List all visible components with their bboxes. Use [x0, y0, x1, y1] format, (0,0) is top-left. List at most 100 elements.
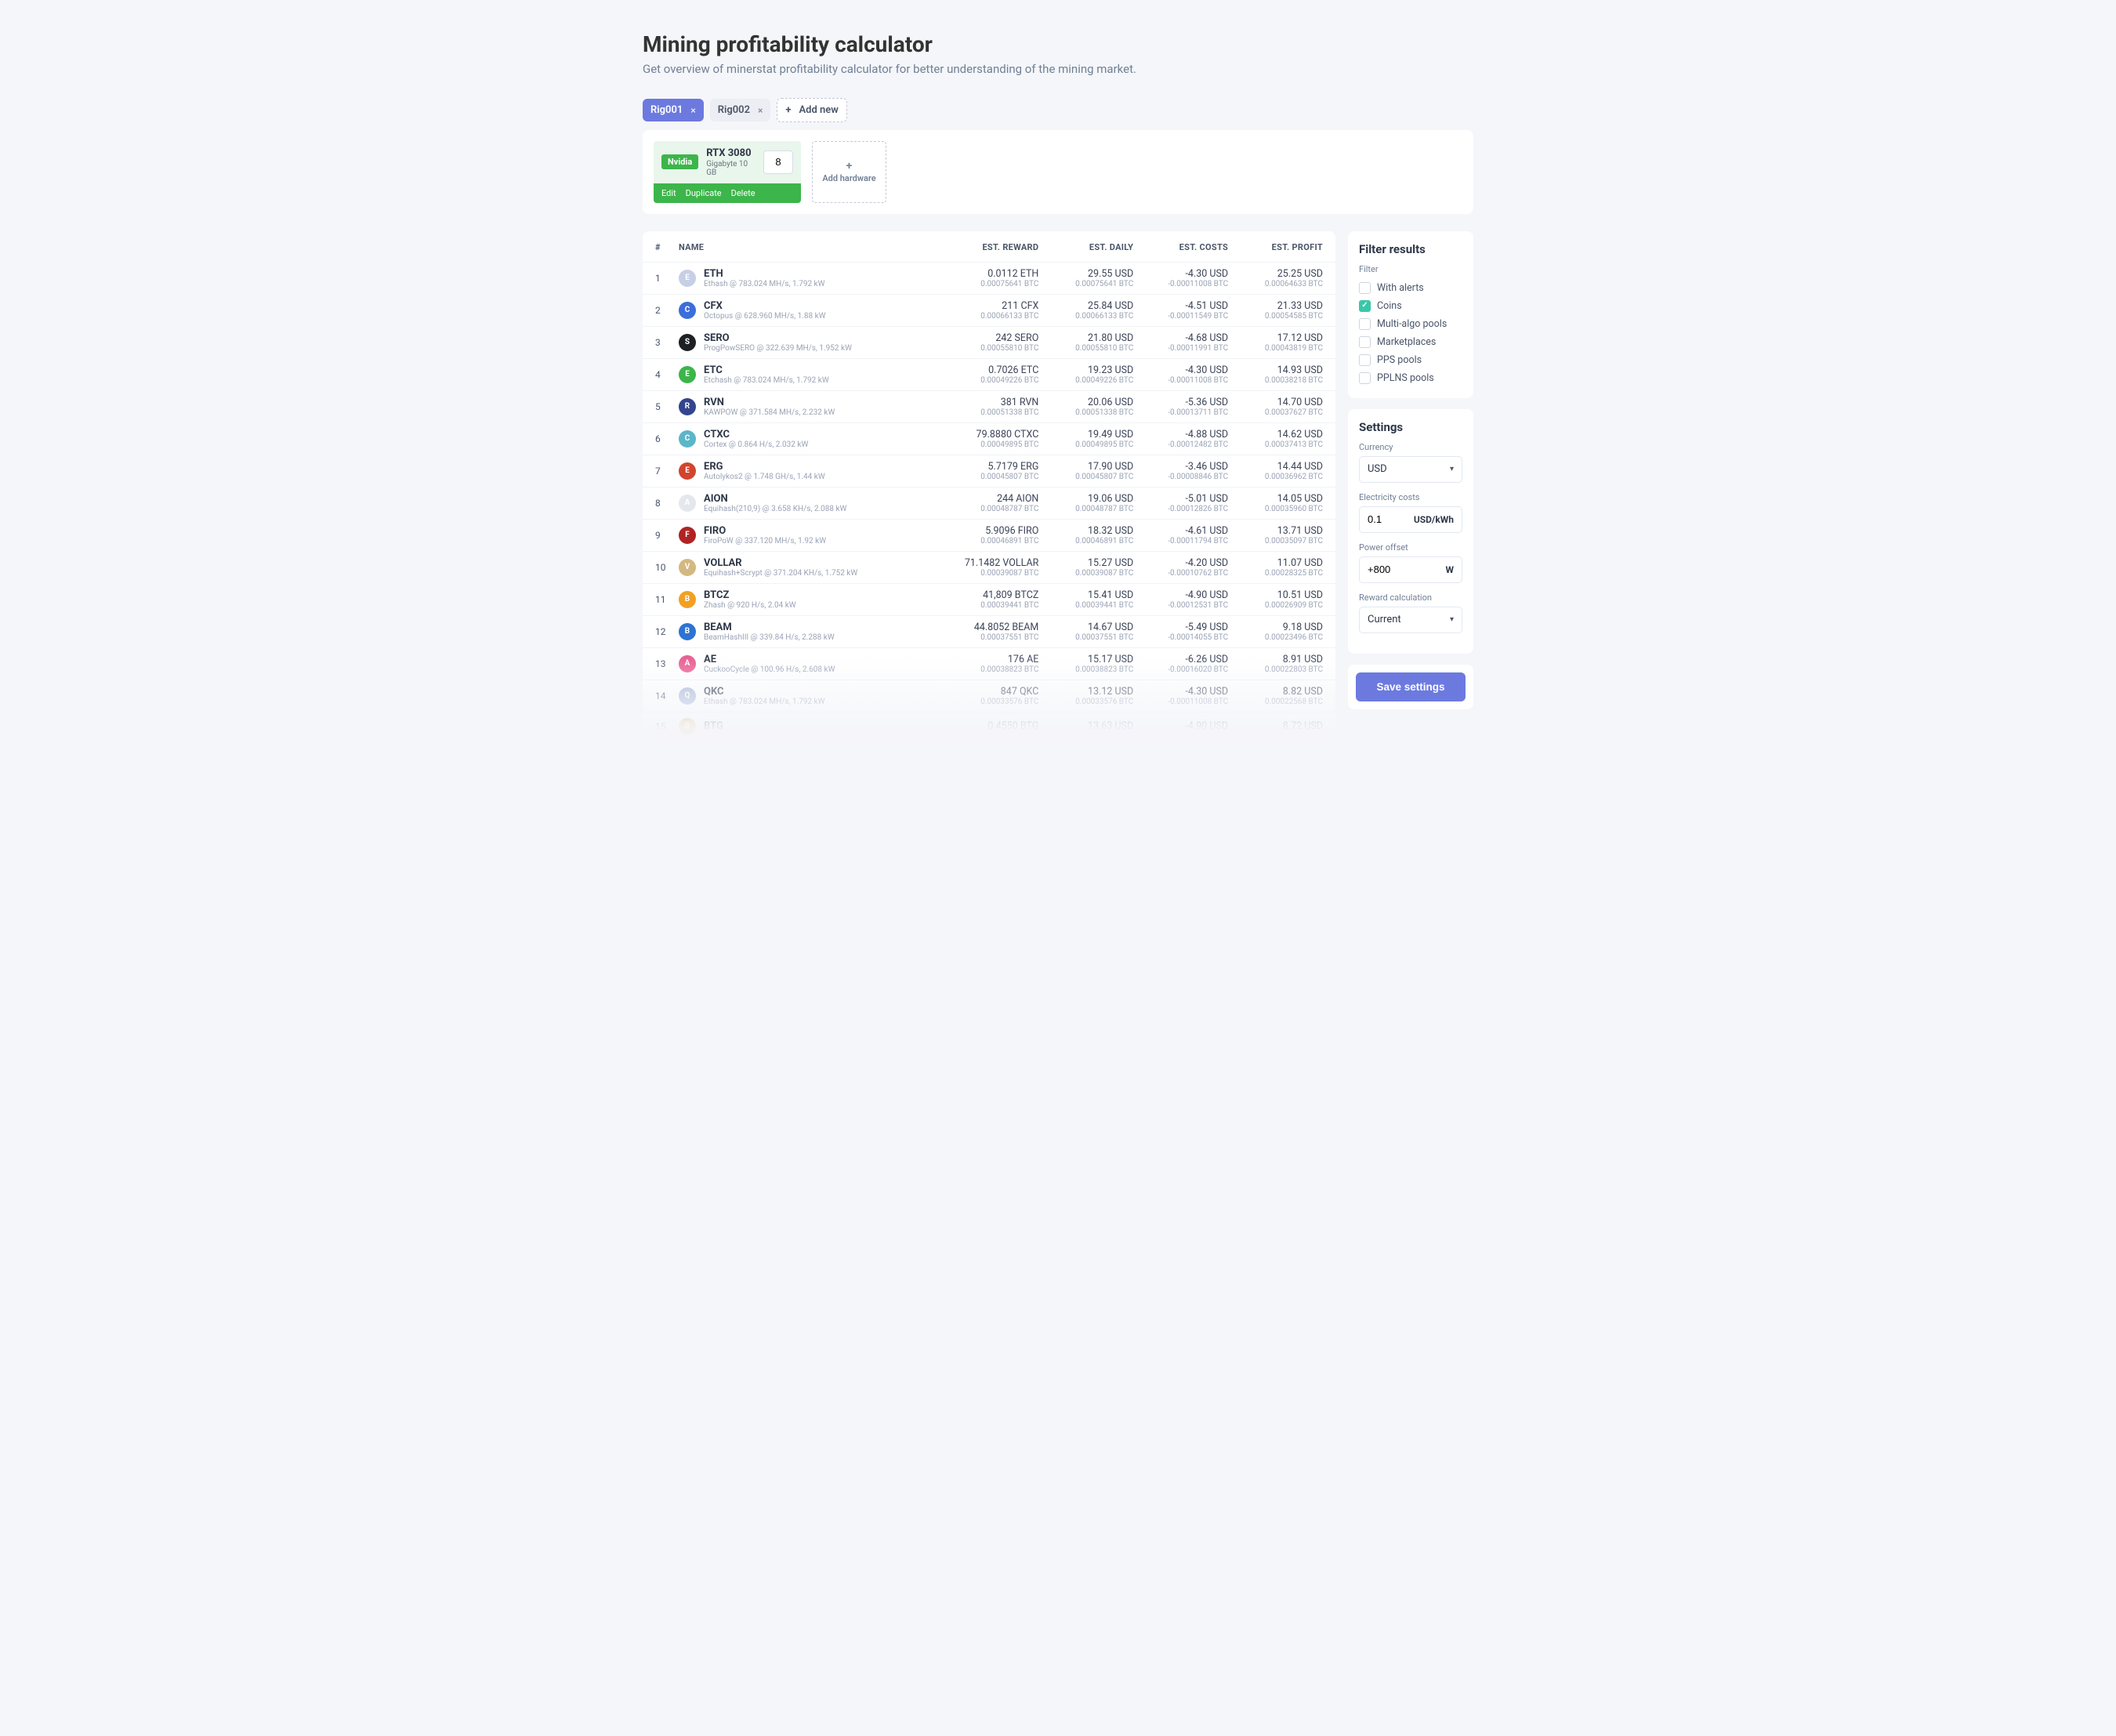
- settings-card: Settings Currency USD ▾ Electricity cost…: [1348, 409, 1473, 654]
- value-main: 8.72 USD: [1228, 720, 1323, 732]
- rig-chip[interactable]: Rig001×: [643, 99, 704, 121]
- table-row[interactable]: 13AAECuckooCycle @ 100.96 H/s, 2.608 kW1…: [643, 647, 1335, 680]
- table-row[interactable]: 7EERGAutolykos2 @ 1.748 GH/s, 1.44 kW5.7…: [643, 455, 1335, 487]
- checkbox[interactable]: [1359, 372, 1371, 384]
- name-cell: RRVNKAWPOW @ 371.584 MH/s, 2.232 kW: [679, 397, 925, 417]
- value-cell-costs: -4.30 USD-0.00011008 BTC: [1133, 268, 1228, 288]
- value-sub: -0.00011991 BTC: [1133, 344, 1228, 353]
- value-main: 14.67 USD: [1038, 622, 1133, 633]
- value-cell-daily: 19.06 USD0.00048787 BTC: [1038, 493, 1133, 513]
- currency-select[interactable]: USD ▾: [1359, 456, 1462, 483]
- value-cell-reward: 0.0112 ETH0.00075641 BTC: [925, 268, 1038, 288]
- name-cell: QQKCEthash @ 783.024 MH/s, 1.792 kW: [679, 686, 925, 706]
- value-cell-profit: 14.62 USD0.00037413 BTC: [1228, 429, 1323, 449]
- value-sub: 0.00039087 BTC: [1038, 569, 1133, 578]
- value-cell-costs: -3.46 USD-0.00008846 BTC: [1133, 461, 1228, 481]
- table-row[interactable]: 14QQKCEthash @ 783.024 MH/s, 1.792 kW847…: [643, 680, 1335, 712]
- value-sub: 0.00054585 BTC: [1228, 312, 1323, 321]
- value-sub: 0.00049895 BTC: [925, 440, 1038, 449]
- value-main: 18.32 USD: [1038, 525, 1133, 537]
- checkbox[interactable]: [1359, 318, 1371, 330]
- hardware-card: Nvidia RTX 3080 Gigabyte 10 GB Edit Dupl…: [654, 141, 801, 203]
- value-main: 14.05 USD: [1228, 493, 1323, 505]
- coin-algo: Zhash @ 920 H/s, 2.04 kW: [704, 601, 796, 610]
- value-sub: -0.00008846 BTC: [1133, 473, 1228, 481]
- col-idx: #: [655, 242, 679, 252]
- reward-calc-select[interactable]: Current ▾: [1359, 607, 1462, 633]
- filter-option[interactable]: PPS pools: [1359, 351, 1462, 369]
- table-row[interactable]: 5RRVNKAWPOW @ 371.584 MH/s, 2.232 kW381 …: [643, 390, 1335, 422]
- row-index: 13: [655, 658, 679, 669]
- value-sub: 0.00048787 BTC: [925, 505, 1038, 513]
- table-row[interactable]: 10VVOLLAREquihash+Scrypt @ 371.204 KH/s,…: [643, 551, 1335, 583]
- coin-symbol: BEAM: [704, 622, 835, 633]
- value-main: 19.06 USD: [1038, 493, 1133, 505]
- value-main: 381 RVN: [925, 397, 1038, 408]
- add-hardware-button[interactable]: + Add hardware: [812, 141, 886, 203]
- table-row[interactable]: 15BBTG0.4550 BTG13.63 USD-4.90 USD8.72 U…: [643, 712, 1335, 741]
- filter-option[interactable]: Multi-algo pools: [1359, 315, 1462, 333]
- hardware-duplicate-button[interactable]: Duplicate: [686, 188, 722, 198]
- electricity-input[interactable]: [1368, 513, 1414, 525]
- table-row[interactable]: 3SSEROProgPowSERO @ 322.639 MH/s, 1.952 …: [643, 326, 1335, 358]
- hardware-qty-input[interactable]: [763, 150, 793, 174]
- filter-option-label: PPS pools: [1377, 354, 1422, 366]
- value-cell-daily: 29.55 USD0.00075641 BTC: [1038, 268, 1133, 288]
- value-cell-daily: 19.23 USD0.00049226 BTC: [1038, 364, 1133, 385]
- value-main: 211 CFX: [925, 300, 1038, 312]
- table-row[interactable]: 1EETHEthash @ 783.024 MH/s, 1.792 kW0.01…: [643, 262, 1335, 294]
- value-cell-reward: 44.8052 BEAM0.00037551 BTC: [925, 622, 1038, 642]
- value-cell-profit: 9.18 USD0.00023496 BTC: [1228, 622, 1323, 642]
- hardware-edit-button[interactable]: Edit: [661, 188, 676, 198]
- close-icon[interactable]: ×: [758, 105, 763, 116]
- value-main: 79.8880 CTXC: [925, 429, 1038, 440]
- settings-title: Settings: [1359, 420, 1462, 434]
- coin-icon: C: [679, 430, 696, 448]
- checkbox[interactable]: [1359, 300, 1371, 312]
- value-cell-reward: 244 AION0.00048787 BTC: [925, 493, 1038, 513]
- table-row[interactable]: 6CCTXCCortex @ 0.864 H/s, 2.032 kW79.888…: [643, 422, 1335, 455]
- filter-option[interactable]: Marketplaces: [1359, 333, 1462, 351]
- checkbox[interactable]: [1359, 336, 1371, 348]
- table-row[interactable]: 4EETCEtchash @ 783.024 MH/s, 1.792 kW0.7…: [643, 358, 1335, 390]
- filter-option[interactable]: PPLNS pools: [1359, 369, 1462, 387]
- table-row[interactable]: 8AAIONEquihash(210,9) @ 3.658 KH/s, 2.08…: [643, 487, 1335, 519]
- value-sub: 0.00046891 BTC: [925, 537, 1038, 545]
- close-icon[interactable]: ×: [690, 105, 695, 116]
- add-rig-button[interactable]: + Add new: [777, 98, 847, 122]
- value-cell-costs: -4.68 USD-0.00011991 BTC: [1133, 332, 1228, 353]
- value-sub: 0.00051338 BTC: [1038, 408, 1133, 417]
- hardware-delete-button[interactable]: Delete: [731, 188, 755, 198]
- value-sub: 0.00043819 BTC: [1228, 344, 1323, 353]
- add-rig-label: Add new: [799, 104, 838, 116]
- save-settings-button[interactable]: Save settings: [1356, 672, 1466, 701]
- value-main: 21.33 USD: [1228, 300, 1323, 312]
- value-cell-profit: 14.70 USD0.00037627 BTC: [1228, 397, 1323, 417]
- value-main: -4.88 USD: [1133, 429, 1228, 440]
- table-row[interactable]: 9FFIROFiroPoW @ 337.120 MH/s, 1.92 kW5.9…: [643, 519, 1335, 551]
- value-sub: 0.00045807 BTC: [925, 473, 1038, 481]
- power-offset-input[interactable]: [1368, 564, 1419, 575]
- row-index: 12: [655, 626, 679, 637]
- coin-algo: Octopus @ 628.960 MH/s, 1.88 kW: [704, 312, 826, 321]
- value-sub: 0.00022803 BTC: [1228, 665, 1323, 674]
- checkbox[interactable]: [1359, 354, 1371, 366]
- value-main: 244 AION: [925, 493, 1038, 505]
- coin-algo: Ethash @ 783.024 MH/s, 1.792 kW: [704, 698, 825, 706]
- checkbox[interactable]: [1359, 282, 1371, 294]
- value-sub: 0.00046891 BTC: [1038, 537, 1133, 545]
- table-row[interactable]: 12BBEAMBeamHashIII @ 339.84 H/s, 2.288 k…: [643, 615, 1335, 647]
- value-sub: 0.00038218 BTC: [1228, 376, 1323, 385]
- value-main: 0.4550 BTG: [925, 720, 1038, 732]
- rig-chip[interactable]: Rig002×: [710, 99, 771, 121]
- value-main: 19.23 USD: [1038, 364, 1133, 376]
- coin-symbol: CFX: [704, 300, 826, 312]
- coin-symbol: VOLLAR: [704, 557, 857, 569]
- filter-option[interactable]: With alerts: [1359, 279, 1462, 297]
- results-table: # NAME EST. REWARD EST. DAILY EST. COSTS…: [643, 231, 1335, 741]
- table-row[interactable]: 11BBTCZZhash @ 920 H/s, 2.04 kW41,809 BT…: [643, 583, 1335, 615]
- value-main: 14.93 USD: [1228, 364, 1323, 376]
- filter-option[interactable]: Coins: [1359, 297, 1462, 315]
- table-row[interactable]: 2CCFXOctopus @ 628.960 MH/s, 1.88 kW211 …: [643, 294, 1335, 326]
- value-sub: -0.00016020 BTC: [1133, 665, 1228, 674]
